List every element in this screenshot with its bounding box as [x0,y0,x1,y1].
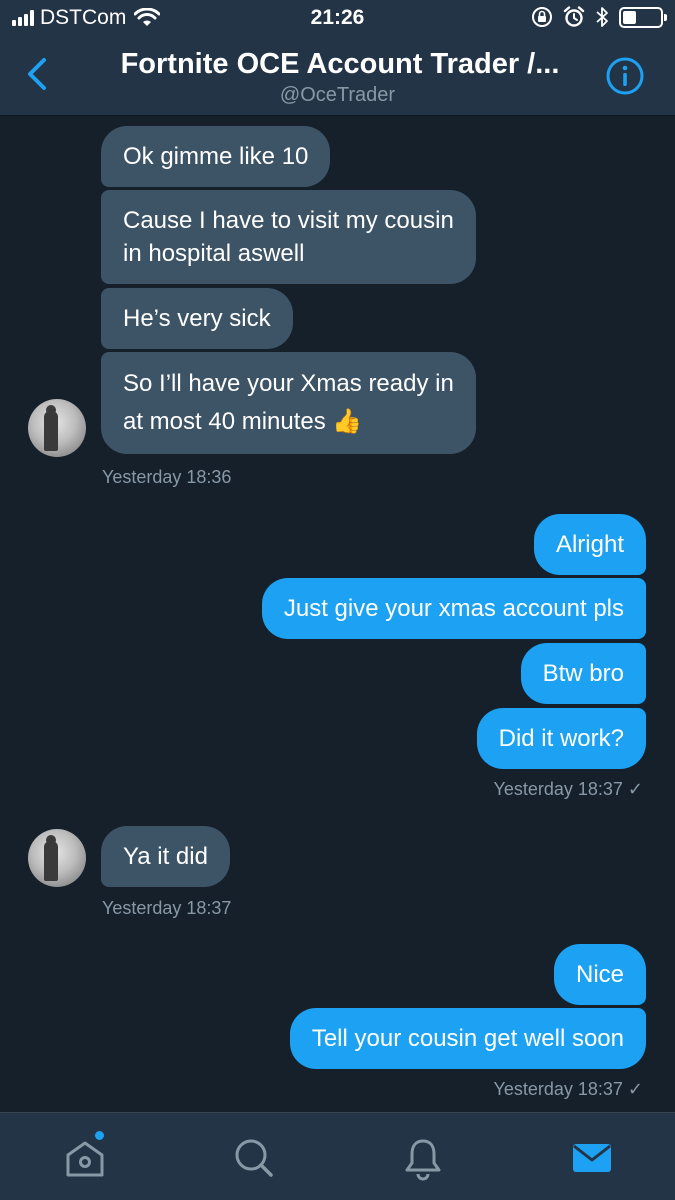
message-text: Ya it did [123,843,208,870]
message-text: Did it work? [498,725,624,752]
message-bubble-incoming[interactable]: Ya it did [101,826,230,887]
message-text: Btw bro [542,660,624,687]
message-text: He’s very sick [123,305,271,332]
message-bubble-outgoing[interactable]: Did it work? [476,708,646,769]
message-bubble-outgoing[interactable]: Nice [553,944,646,1005]
message-timestamp: Yesterday 18:37 ✓ [493,779,643,799]
info-icon[interactable] [605,56,645,96]
message-bubble-incoming[interactable]: So I’ll have your Xmas ready in at most … [101,352,476,454]
message-text: Ok gimme like 10 [123,143,309,170]
message-bubble-outgoing[interactable]: Tell your cousin get well soon [289,1008,646,1069]
message-text-line: So I’ll have your Xmas ready in [123,370,454,397]
avatar[interactable] [28,399,86,457]
rotation-lock-icon [532,7,552,27]
alarm-icon [563,6,585,27]
message-text: Nice [575,961,624,988]
status-bar: DSTCom 21:26 [0,0,675,38]
message-timestamp: Yesterday 18:37 ✓ [493,1079,643,1099]
bluetooth-icon [596,7,608,27]
message-timestamp: Yesterday 18:36 [102,467,232,487]
message-bubble-outgoing[interactable]: Btw bro [520,643,646,704]
message-bubble-outgoing[interactable]: Just give your xmas account pls [261,578,646,639]
conversation-header: Fortnite OCE Account Trader /... @OceTra… [0,38,675,116]
notification-dot [95,1131,104,1140]
status-right [531,6,667,28]
message-text-line: at most 40 minutes 👍 [123,408,363,435]
message-bubble-incoming[interactable]: Ok gimme like 10 [101,126,331,187]
bell-icon[interactable] [400,1135,446,1181]
tab-bar [0,1112,675,1200]
message-text: Just give your xmas account pls [283,595,624,622]
message-text-line: Cause I have to visit my cousin [123,207,454,234]
mail-icon[interactable] [569,1135,615,1181]
message-text-line: in hospital aswell [123,240,305,267]
message-bubble-outgoing[interactable]: Alright [533,514,646,575]
message-timestamp: Yesterday 18:37 [102,898,232,918]
message-text: Tell your cousin get well soon [311,1025,624,1052]
home-icon[interactable] [62,1135,108,1181]
message-bubble-incoming[interactable]: He’s very sick [101,288,293,349]
conversation-title: Fortnite OCE Account Trader /... [120,48,560,80]
search-icon[interactable] [231,1135,277,1181]
conversation-handle: @OceTrader [279,84,396,106]
message-bubble-incoming[interactable]: Cause I have to visit my cousin in hospi… [101,190,476,284]
avatar[interactable] [28,829,86,887]
message-text: Alright [555,531,624,558]
battery-icon [619,6,667,28]
